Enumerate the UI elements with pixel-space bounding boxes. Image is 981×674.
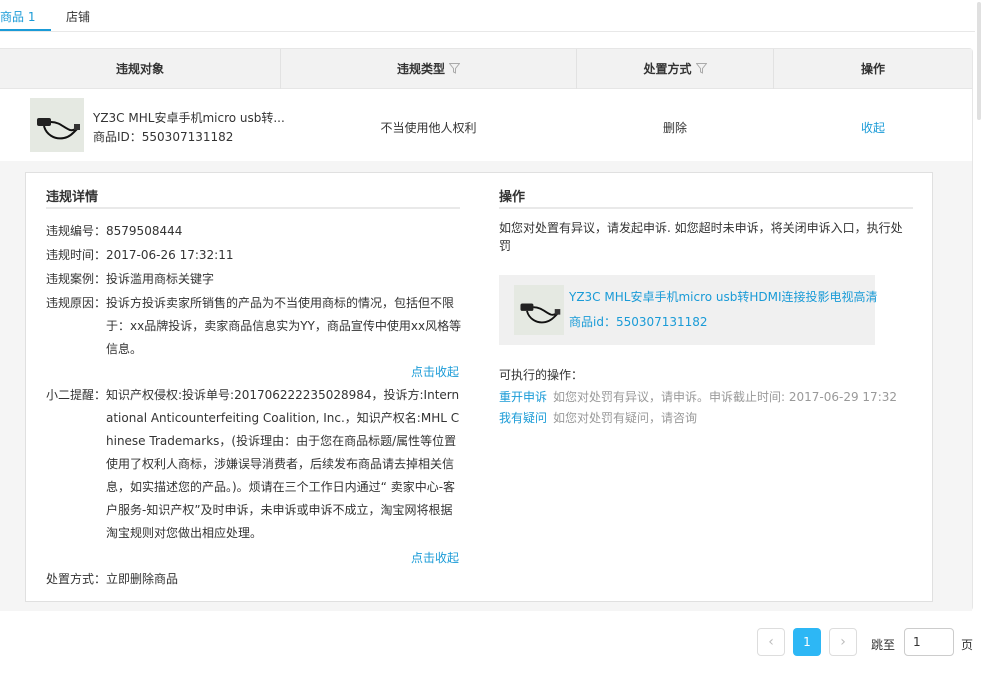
collapse-link[interactable]: 收起 bbox=[774, 119, 972, 136]
product-title[interactable]: YZ3C MHL安卓手机micro usb转... bbox=[93, 109, 285, 126]
violation-number: 违规编号：8579508444 bbox=[46, 224, 183, 238]
chevron-left-icon: ‹ bbox=[768, 634, 774, 650]
reopen-appeal-link[interactable]: 重开申诉 bbox=[499, 390, 547, 404]
violation-reason: 投诉方投诉卖家所销售的产品为不当使用商标的情况，包括但不限于：xx品牌投诉，卖家… bbox=[106, 296, 462, 356]
have-question-link[interactable]: 我有疑问 bbox=[499, 411, 547, 425]
product-card-title[interactable]: YZ3C MHL安卓手机micro usb转HDMI连接投影电视高清 bbox=[569, 288, 878, 305]
handling-method: 删除 bbox=[662, 121, 687, 135]
violation-time: 违规时间：2017-06-26 17:32:11 bbox=[46, 248, 234, 262]
action-have-question: 我有疑问 如您对处罚有疑问，请咨询 bbox=[499, 409, 697, 426]
appeal-instructions: 如您对处置有异议，请发起申诉. 如您超时未申诉，将关闭申诉入口，执行处罚 bbox=[499, 221, 903, 253]
section-title-violation-details: 违规详情 bbox=[46, 190, 99, 205]
tab-bar: 商品 1 店铺 bbox=[0, 0, 981, 32]
filter-icon[interactable] bbox=[449, 63, 460, 74]
violation-detail-panel: 违规详情 违规编号：8579508444 违规时间：2017-06-26 17:… bbox=[25, 172, 933, 602]
header-operation: 操作 bbox=[860, 62, 885, 76]
table-row: YZ3C MHL安卓手机micro usb转... 商品ID：550307131… bbox=[0, 89, 972, 161]
collapse-tip-link[interactable]: 点击收起 bbox=[411, 549, 459, 566]
divider bbox=[46, 207, 460, 209]
product-thumbnail[interactable] bbox=[30, 98, 84, 152]
table-header: 违规对象 违规类型 处置方式 操作 bbox=[0, 49, 972, 89]
jump-to-label: 跳至 bbox=[871, 638, 896, 652]
scrollbar-thumb[interactable] bbox=[977, 2, 981, 120]
handling-result: 处置方式：立即删除商品 bbox=[46, 572, 179, 586]
available-actions-label: 可执行的操作： bbox=[499, 368, 584, 382]
header-handling-method[interactable]: 处置方式 bbox=[577, 49, 773, 89]
header-violation-type[interactable]: 违规类型 bbox=[281, 49, 576, 89]
product-card[interactable]: YZ3C MHL安卓手机micro usb转HDMI连接投影电视高清 商品id：… bbox=[499, 275, 878, 345]
staff-reminder: 知识产权侵权:投诉单号:201706222235028984，投诉方:Inter… bbox=[106, 388, 460, 540]
have-question-hint: 如您对处罚有疑问，请咨询 bbox=[553, 411, 698, 425]
violation-reason-label: 违规原因： bbox=[46, 296, 107, 310]
tab-shop[interactable]: 店铺 bbox=[66, 8, 90, 25]
filter-icon[interactable] bbox=[695, 63, 707, 74]
page-1-button[interactable]: 1 bbox=[793, 628, 821, 656]
active-tab-indicator bbox=[0, 29, 51, 31]
prev-page-button[interactable]: ‹ bbox=[757, 628, 785, 656]
page-jump-input[interactable] bbox=[904, 628, 954, 656]
product-card-thumbnail[interactable] bbox=[514, 285, 564, 335]
violation-type: 不当使用他人权利 bbox=[380, 121, 477, 135]
page-suffix-label: 页 bbox=[961, 638, 974, 652]
product-card-id[interactable]: 商品id：550307131182 bbox=[569, 313, 708, 330]
reopen-appeal-hint: 如您对处罚有异议，请申诉。申诉截止时间: 2017-06-29 17:32 bbox=[553, 390, 898, 404]
tip-label: 小二提醒： bbox=[46, 388, 107, 402]
section-title-operation: 操作 bbox=[499, 190, 526, 205]
header-violation-object: 违规对象 bbox=[115, 62, 164, 76]
chevron-right-icon: › bbox=[840, 634, 846, 650]
tab-products[interactable]: 商品 1 bbox=[0, 8, 35, 25]
next-page-button[interactable]: › bbox=[829, 628, 857, 656]
divider bbox=[499, 207, 913, 209]
collapse-reason-link[interactable]: 点击收起 bbox=[411, 363, 459, 380]
product-id: 商品ID：550307131182 bbox=[93, 130, 234, 144]
action-reopen-appeal: 重开申诉 如您对处罚有异议，请申诉。申诉截止时间: 2017-06-29 17:3… bbox=[499, 388, 897, 405]
violation-case: 违规案例：投诉滥用商标关键字 bbox=[46, 272, 215, 286]
